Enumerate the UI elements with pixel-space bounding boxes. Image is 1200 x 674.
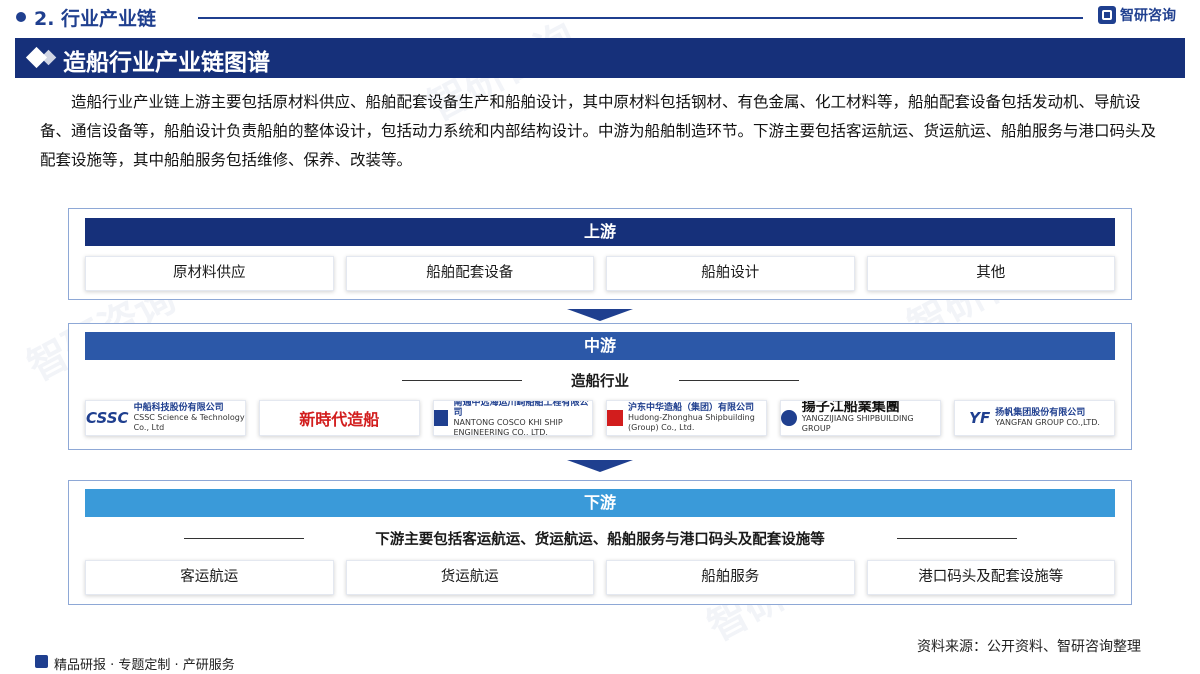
diamond-icon: [40, 49, 57, 66]
downstream-item: 客运航运: [85, 560, 334, 595]
nacks-logo-icon: [433, 410, 449, 426]
company-logo-cssc: CSSC 中船科技股份有限公司 CSSC Science & Technology…: [85, 400, 246, 436]
downstream-item: 货运航运: [345, 560, 594, 595]
down-arrow-icon: [567, 309, 633, 321]
footer-tagline: 精品研报 · 专题定制 · 产研服务: [54, 658, 235, 673]
company-name: 南通中远海运川崎船舶工程有限公司: [453, 400, 589, 418]
midstream-subtitle: 造船行业: [571, 374, 629, 390]
upstream-items: 原材料供应 船舶配套设备 船舶设计 其他: [85, 256, 1115, 291]
title-bar: 造船行业产业链图谱: [15, 38, 1185, 78]
company-name-en: YANGFAN GROUP CO.,LTD.: [995, 418, 1100, 427]
yzj-logo-icon: [781, 410, 797, 426]
cssc-logo-mark: CSSC: [86, 409, 129, 427]
company-name-en: NANTONG COSCO KHI SHIP ENGINEERING CO., …: [453, 418, 563, 436]
section-title: 2. 行业产业链: [34, 8, 157, 30]
downstream-item: 港口码头及配套设施等: [866, 560, 1115, 595]
midstream-panel: 中游 造船行业 CSSC 中船科技股份有限公司 CSSC Science & Te…: [68, 323, 1132, 450]
company-logo-hudong-zhonghua: 沪东中华造船（集团）有限公司 Hudong-Zhonghua Shipbuildi…: [606, 400, 768, 436]
company-name-en: YANGZIJIANG SHIPBUILDING GROUP: [801, 414, 914, 433]
footer-logo-icon: [35, 655, 48, 668]
new-times-logo-mark: 新時代造船: [299, 410, 380, 429]
divider: [679, 380, 799, 381]
brand: 智研咨询: [1098, 5, 1176, 25]
downstream-items: 客运航运 货运航运 船舶服务 港口码头及配套设施等: [85, 560, 1115, 595]
upstream-item: 其他: [866, 256, 1115, 291]
company-name-en: Hudong-Zhonghua Shipbuilding (Group) Co.…: [628, 413, 755, 432]
downstream-panel: 下游 下游主要包括客运航运、货运航运、船舶服务与港口码头及配套设施等 客运航运 …: [68, 480, 1132, 605]
yzj-logo-mark: 揚子江船業集團: [801, 400, 900, 415]
upstream-item: 船舶配套设备: [345, 256, 594, 291]
company-logo-nacks: 南通中远海运川崎船舶工程有限公司 NANTONG COSCO KHI SHIP E…: [432, 400, 594, 436]
divider: [897, 538, 1017, 539]
upstream-header: 上游: [85, 218, 1115, 246]
company-name: 扬帆集团股份有限公司: [995, 408, 1086, 418]
company-name-en: CSSC Science & Technology Co., Ltd: [133, 413, 245, 432]
midstream-header: 中游: [85, 332, 1115, 360]
downstream-header: 下游: [85, 489, 1115, 517]
company-logo-yangfan: YF 扬帆集团股份有限公司 YANGFAN GROUP CO.,LTD.: [954, 400, 1115, 436]
company-logos: CSSC 中船科技股份有限公司 CSSC Science & Technology…: [85, 400, 1115, 436]
upstream-item: 原材料供应: [85, 256, 334, 291]
brand-logo-icon: [1098, 6, 1116, 24]
downstream-item: 船舶服务: [606, 560, 855, 595]
company-logo-new-times: 新時代造船: [258, 400, 420, 436]
bullet-icon: [16, 12, 26, 22]
upstream-item: 船舶设计: [606, 256, 855, 291]
company-name: 中船科技股份有限公司: [133, 403, 224, 413]
brand-name: 智研咨询: [1120, 8, 1176, 24]
company-name: 沪东中华造船（集团）有限公司: [628, 403, 755, 413]
hz-logo-icon: [607, 410, 624, 426]
yf-logo-mark: YF: [969, 409, 991, 427]
top-bar: 2. 行业产业链 智研咨询: [0, 0, 1200, 36]
company-logo-yangzijiang: 揚子江船業集團 YANGZIJIANG SHIPBUILDING GROUP: [780, 400, 942, 436]
page-title: 造船行业产业链图谱: [63, 50, 270, 76]
down-arrow-icon: [567, 460, 633, 472]
footer: 精品研报 · 专题定制 · 产研服务: [0, 650, 1200, 674]
divider: [198, 17, 1083, 19]
upstream-panel: 上游 原材料供应 船舶配套设备 船舶设计 其他: [68, 208, 1132, 300]
intro-paragraph: 造船行业产业链上游主要包括原材料供应、船舶配套设备生产和船舶设计，其中原材料包括…: [40, 93, 1157, 169]
